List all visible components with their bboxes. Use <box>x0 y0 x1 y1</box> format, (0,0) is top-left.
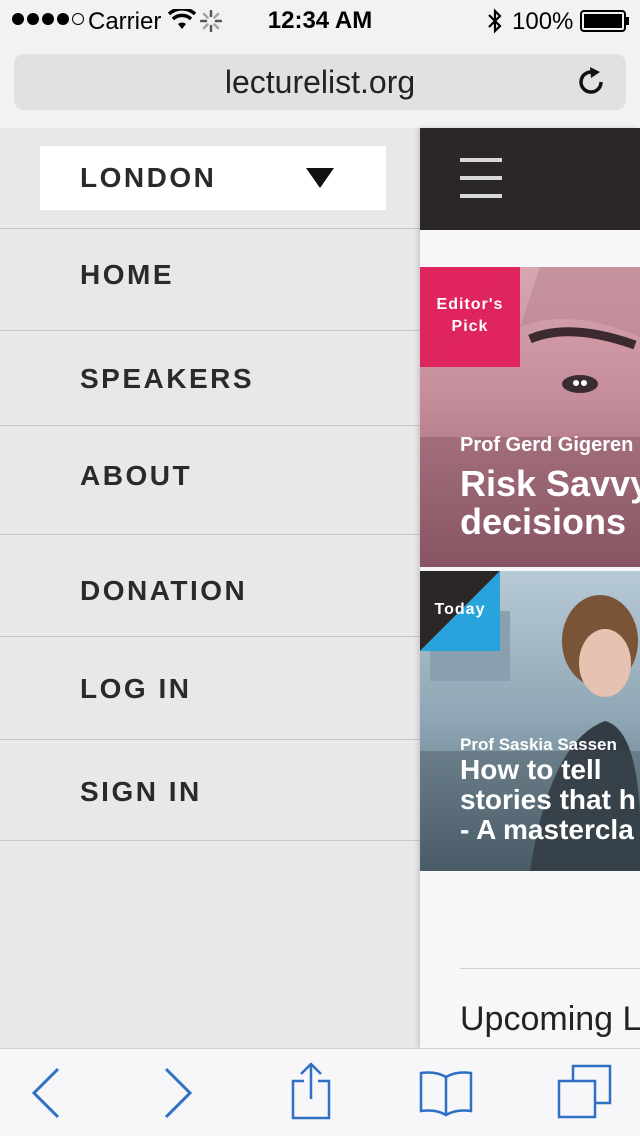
lecture-title-line: Risk Savvy <box>460 463 640 504</box>
bookmarks-icon[interactable] <box>418 1069 474 1117</box>
page-content: Editor's Pick Prof Gerd Gigeren Risk Sav… <box>420 128 640 1048</box>
status-bar: Carrier 12:34 AM 100% <box>0 0 640 40</box>
lecture-title-line: How to tell <box>460 754 602 785</box>
menu-item-speakers[interactable]: SPEAKERS <box>0 330 420 425</box>
site-header <box>420 128 640 230</box>
menu-item-home[interactable]: HOME <box>0 228 420 330</box>
editors-pick-badge: Editor's Pick <box>436 296 504 335</box>
navigation-drawer: LONDON HOME SPEAKERS ABOUT DONATION LOG … <box>0 128 420 1048</box>
lecture-card[interactable]: Today Prof Saskia Sassen How to tell sto… <box>420 571 640 871</box>
menu-item-sign-in[interactable]: SIGN IN <box>0 739 420 840</box>
browser-address-area: lecturelist.org <box>0 40 640 128</box>
menu-item-label: SIGN IN <box>80 776 202 807</box>
speaker-name: Prof Gerd Gigeren <box>460 434 634 456</box>
city-selector-value: LONDON <box>80 162 217 193</box>
lecture-card[interactable]: Editor's Pick Prof Gerd Gigeren Risk Sav… <box>420 267 640 567</box>
address-bar-url[interactable]: lecturelist.org <box>14 64 626 101</box>
section-heading: Upcoming L <box>460 1000 640 1038</box>
today-badge: Today <box>434 601 486 618</box>
forward-icon[interactable] <box>160 1065 196 1121</box>
speaker-name: Prof Saskia Sassen <box>460 735 617 754</box>
lecture-title-line: - A mastercla <box>460 814 634 845</box>
menu-item-log-in[interactable]: LOG IN <box>0 636 420 739</box>
tabs-icon[interactable] <box>556 1063 614 1119</box>
reload-icon[interactable] <box>576 66 606 98</box>
menu-item-donation[interactable]: DONATION <box>0 534 420 636</box>
hamburger-menu-icon[interactable] <box>460 158 502 198</box>
bluetooth-icon <box>488 8 502 34</box>
menu-item-about[interactable]: ABOUT <box>0 425 420 534</box>
menu-item-label: LOG IN <box>80 673 192 704</box>
browser-toolbar <box>0 1048 640 1136</box>
lecture-title-line: stories that h <box>460 784 636 815</box>
divider <box>0 840 420 841</box>
caret-down-icon <box>306 168 334 188</box>
menu-item-label: SPEAKERS <box>80 363 255 394</box>
menu-item-label: ABOUT <box>80 460 193 491</box>
divider <box>460 968 640 969</box>
address-bar[interactable]: lecturelist.org <box>14 54 626 110</box>
share-icon[interactable] <box>290 1061 332 1121</box>
menu-item-label: DONATION <box>80 575 248 606</box>
city-selector[interactable]: LONDON <box>40 146 386 210</box>
back-icon[interactable] <box>28 1065 64 1121</box>
battery-percentage: 100% <box>512 8 574 35</box>
lecture-title-line: decisions <box>460 501 627 542</box>
drawer-menu: HOME SPEAKERS ABOUT DONATION LOG IN SIGN… <box>0 228 420 841</box>
battery-icon <box>580 10 629 32</box>
menu-item-label: HOME <box>80 259 174 290</box>
